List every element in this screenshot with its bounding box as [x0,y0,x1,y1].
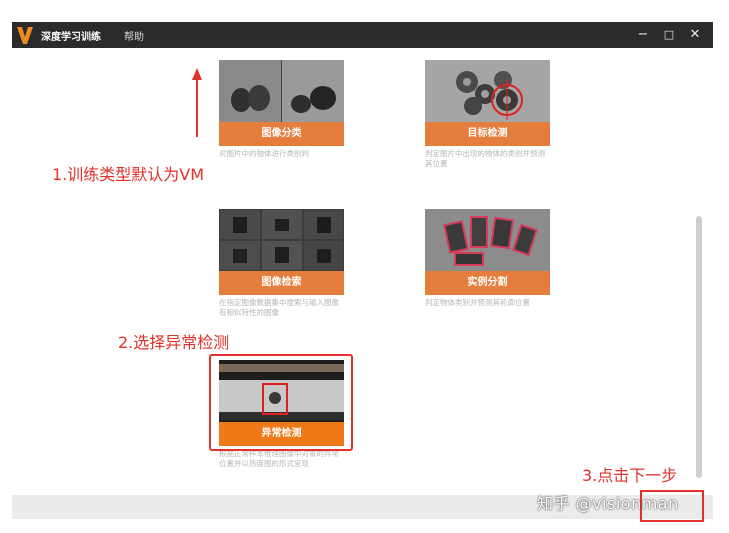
card-description: 对图片中的物体进行类别判 [219,149,309,158]
card-description: 在指定图像数据集中搜索与输入图像有相似特性的图像 [219,298,339,317]
segmentation-thumbnail [425,209,550,271]
card-label: 图像分类 [219,122,344,146]
card-image-classification[interactable]: 图像分类 对图片中的物体进行类别判 [219,60,344,159]
card-image-retrieval[interactable]: 图像检索 在指定图像数据集中搜索与输入图像有相似特性的图像 [219,209,344,318]
watermark: 知乎 @visionman [537,494,679,513]
minimize-button[interactable]: − [634,25,652,45]
classification-thumbnail [219,60,344,122]
card-label: 目标检测 [425,122,550,146]
annotation-step1: 1.训练类型默认为VM [52,165,205,184]
title-bar: 深度学习训练 帮助 − □ ✕ [12,22,713,48]
retrieval-thumbnail [219,209,344,271]
scrollbar[interactable] [696,216,702,478]
card-description: 判定图片中出现的物体的类别并预测其位置 [425,149,545,168]
close-button[interactable]: ✕ [686,25,704,45]
selection-highlight [209,354,353,451]
app-title: 深度学习训练 [41,32,101,43]
annotation-step3: 3.点击下一步 [582,466,678,485]
card-label: 图像检索 [219,271,344,295]
annotation-step2: 2.选择异常检测 [118,333,230,352]
card-label: 实例分割 [425,271,550,295]
card-object-detection[interactable]: 目标检测 判定图片中出现的物体的类别并预测其位置 [425,60,550,169]
card-instance-segmentation[interactable]: 实例分割 判定物体类别并预测其轮廓位置 [425,209,550,308]
menu-help[interactable]: 帮助 [124,28,144,43]
arrow-shaft [196,80,198,137]
app-logo-icon [17,27,33,44]
detection-thumbnail [425,60,550,122]
maximize-button[interactable]: □ [660,25,678,45]
task-type-panel [12,48,713,495]
card-description: 判定物体类别并预测其轮廓位置 [425,298,530,307]
up-arrow-icon [192,68,202,80]
card-description: 根据正常样本推理图像中对象的异常位置并以热度图的形式呈现 [219,449,339,468]
